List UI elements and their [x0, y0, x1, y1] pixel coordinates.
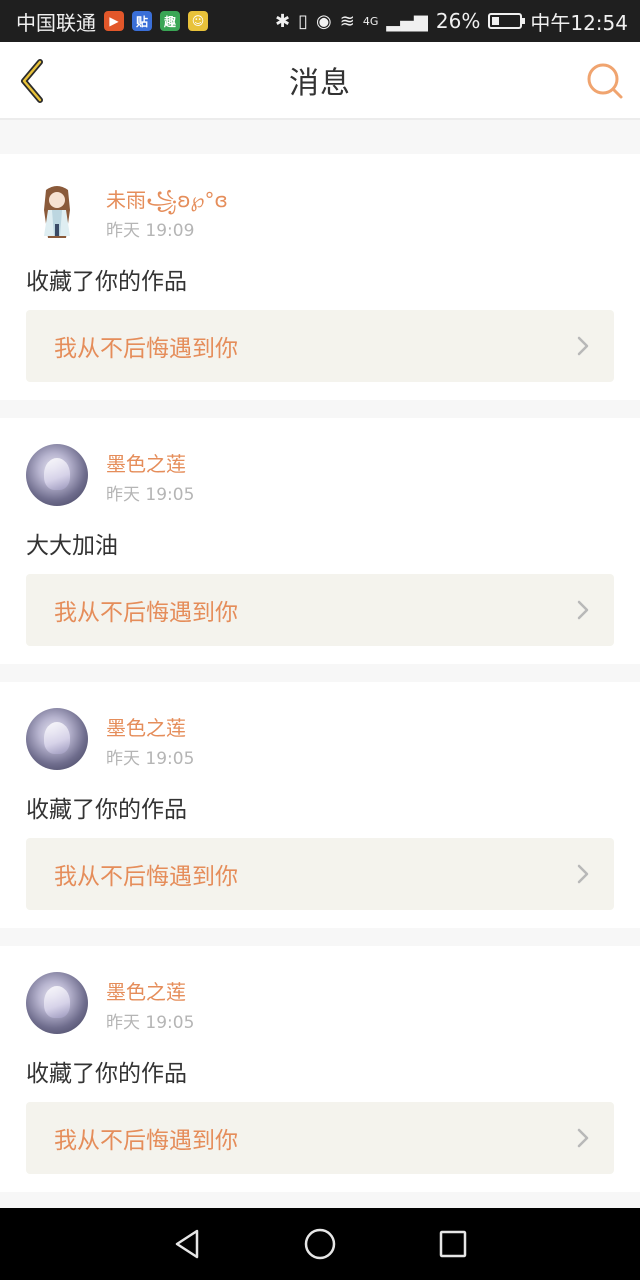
chat-app-icon: ☺ [188, 11, 208, 31]
chevron-right-icon [577, 1128, 589, 1148]
nav-bar [0, 1208, 640, 1280]
vibrate-icon: ▯ [298, 10, 309, 32]
message-text: 收藏了你的作品 [26, 797, 187, 823]
work-title: 我从不后悔遇到你 [54, 864, 238, 890]
home-circle-icon [304, 1228, 336, 1260]
chevron-right-icon [577, 336, 589, 356]
avatar[interactable] [26, 708, 88, 770]
carrier-label: 中国联通 [16, 10, 96, 35]
avatar[interactable] [26, 972, 88, 1034]
tieba-app-icon: 贴 [132, 11, 152, 31]
avatar[interactable] [26, 444, 88, 506]
battery-fill [492, 17, 500, 25]
work-link[interactable]: 我从不后悔遇到你 [26, 838, 614, 910]
message-item[interactable]: 未雨꧁ʚ℘°ɞ 昨天 19:09 收藏了你的作品 我从不后悔遇到你 [0, 154, 640, 400]
message-item[interactable]: 墨色之莲 昨天 19:05 收藏了你的作品 我从不后悔遇到你 [0, 682, 640, 928]
bluetooth-icon: ✱ [275, 10, 291, 32]
clock: 中午12:54 [530, 10, 628, 35]
message-text: 收藏了你的作品 [26, 269, 187, 295]
work-link[interactable]: 我从不后悔遇到你 [26, 1102, 614, 1174]
back-button[interactable] [16, 58, 52, 104]
timestamp: 昨天 19:05 [106, 749, 195, 769]
chevron-right-icon [577, 864, 589, 884]
nav-home-button[interactable] [300, 1224, 340, 1264]
nav-recents-button[interactable] [433, 1224, 473, 1264]
search-button[interactable] [586, 62, 624, 100]
status-left: 中国联通 ▶ 贴 趣 ☺ [16, 7, 208, 36]
network-type: 4G [362, 14, 379, 28]
chevron-left-icon [21, 59, 43, 103]
message-text: 收藏了你的作品 [26, 1061, 187, 1087]
battery-percent: 26% [435, 9, 481, 33]
timestamp: 昨天 19:05 [106, 1013, 195, 1033]
work-title: 我从不后悔遇到你 [54, 1128, 238, 1154]
wifi-icon: ≋ [339, 10, 355, 32]
status-right: ✱ ▯ ◉ ≋ 4G ▂▄▆ 26% 中午12:54 [275, 7, 628, 36]
avatar[interactable] [26, 180, 88, 242]
header: 消息 [0, 42, 640, 120]
battery-icon [488, 13, 526, 29]
signal-icon: ▂▄▆ [386, 10, 428, 32]
recents-square-icon [440, 1230, 467, 1258]
work-title: 我从不后悔遇到你 [54, 336, 238, 362]
timestamp: 昨天 19:05 [106, 485, 195, 505]
work-link[interactable]: 我从不后悔遇到你 [26, 310, 614, 382]
status-bar: 中国联通 ▶ 贴 趣 ☺ ✱ ▯ ◉ ≋ 4G ▂▄▆ 26% 中午12:54 [0, 0, 640, 42]
username[interactable]: 墨色之莲 [106, 712, 186, 741]
username[interactable]: 墨色之莲 [106, 448, 186, 477]
nav-back-button[interactable] [167, 1224, 207, 1264]
anime-girl-avatar-icon [26, 180, 88, 242]
eye-icon: ◉ [316, 10, 332, 32]
timestamp: 昨天 19:09 [106, 221, 195, 241]
reading-app-icon: 趣 [160, 11, 180, 31]
message-item[interactable]: 墨色之莲 昨天 19:05 大大加油 我从不后悔遇到你 [0, 418, 640, 664]
message-text: 大大加油 [26, 533, 118, 559]
chevron-right-icon [577, 600, 589, 620]
work-link[interactable]: 我从不后悔遇到你 [26, 574, 614, 646]
search-icon [587, 63, 623, 99]
video-app-icon: ▶ [104, 11, 124, 31]
back-triangle-icon [175, 1229, 198, 1259]
work-title: 我从不后悔遇到你 [54, 600, 238, 626]
page-title: 消息 [289, 66, 351, 101]
message-item[interactable]: 墨色之莲 昨天 19:05 收藏了你的作品 我从不后悔遇到你 [0, 946, 640, 1192]
message-list[interactable]: 未雨꧁ʚ℘°ɞ 昨天 19:09 收藏了你的作品 我从不后悔遇到你 墨色之莲 昨… [0, 120, 640, 1208]
username[interactable]: 墨色之莲 [106, 976, 186, 1005]
